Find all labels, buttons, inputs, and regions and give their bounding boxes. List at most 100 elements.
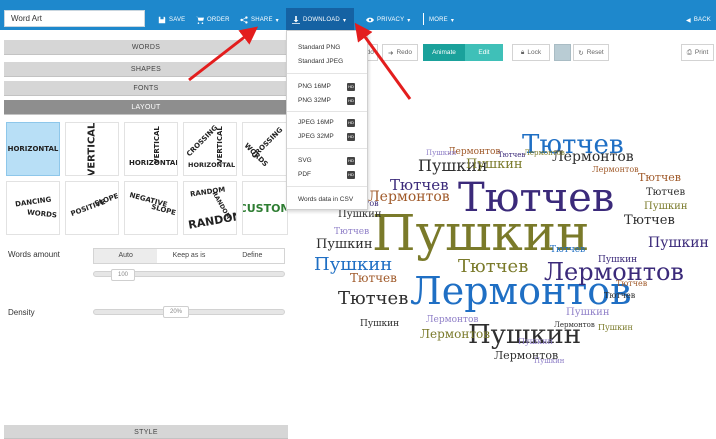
cloud-word: Лермонтов	[420, 327, 490, 341]
eye-icon	[366, 17, 374, 23]
lock-icon: 🔒︎	[520, 48, 525, 56]
words-amount-value[interactable]: 100	[111, 269, 136, 281]
words-amount-label: Words amount	[8, 250, 60, 259]
lock-button[interactable]: 🔒︎ Lock	[512, 44, 550, 61]
cloud-word: Пушкин	[360, 319, 400, 329]
share-icon	[240, 16, 248, 24]
cloud-word: Тютчев	[498, 151, 526, 159]
download-menu: Standard PNG Standard JPEG PNG 16MP HD PN…	[286, 30, 368, 210]
cloud-word: Пушкин	[518, 337, 553, 346]
hd-badge-icon: HD	[347, 157, 355, 165]
layout-horizontal[interactable]: HORIZONTAL	[6, 122, 60, 176]
menu-png-32mp[interactable]: PNG 32MP HD	[287, 95, 367, 107]
cloud-word: Тютчев	[334, 227, 370, 237]
menu-svg[interactable]: SVG HD	[287, 155, 367, 167]
menu-divider	[287, 148, 367, 149]
cloud-word: Пушкин	[644, 201, 688, 212]
cloud-word: Пушкин	[598, 255, 638, 265]
section-fonts[interactable]: FONTS	[4, 81, 288, 96]
menu-jpeg-32mp[interactable]: JPEG 32MP HD	[287, 131, 367, 143]
hd-badge-icon: HD	[347, 119, 355, 127]
caret-down-icon: ▾	[407, 17, 411, 24]
menu-divider	[287, 186, 367, 187]
more-button[interactable]: MORE ▾	[429, 14, 454, 26]
menu-standard-jpeg[interactable]: Standard JPEG	[287, 56, 367, 68]
words-amount-define[interactable]: Define	[220, 249, 284, 263]
section-layout[interactable]: LAYOUT	[4, 100, 288, 115]
toolbar-divider	[423, 13, 424, 25]
back-button[interactable]: ◀ BACK	[686, 14, 711, 26]
layout-crossing-words[interactable]: CROSSING WORDS	[242, 122, 288, 176]
layout-dancing-words[interactable]: DANCING WORDS	[6, 181, 60, 235]
layout-vertical[interactable]: VERTICAL	[65, 122, 119, 176]
cloud-word: Тютчев	[338, 288, 409, 309]
layout-crossing[interactable]: CROSSING VERTICAL HORIZONTAL	[183, 122, 237, 176]
cloud-word: Тютчев	[458, 175, 615, 221]
cloud-word: Пушкин	[648, 235, 709, 251]
cloud-word: Лермонтов	[426, 315, 479, 325]
layout-negative-slope[interactable]: NEGATIVE SLOPE	[124, 181, 178, 235]
color-swatch[interactable]	[554, 44, 571, 61]
privacy-button[interactable]: PRIVACY ▾	[366, 14, 411, 26]
options-panel: WORDS SHAPES FONTS LAYOUT HORIZONTAL VER…	[4, 40, 288, 439]
cloud-word: Пушкин	[338, 209, 382, 220]
hd-badge-icon: HD	[347, 83, 355, 91]
title-input[interactable]	[4, 10, 145, 27]
cloud-word: Тютчев	[638, 171, 681, 184]
words-amount-toggle: Auto Keep as is Define	[93, 248, 285, 264]
cloud-word: Пушкин	[598, 323, 633, 332]
cloud-word: Пушкин	[534, 357, 565, 365]
density-value[interactable]: 20%	[163, 306, 190, 318]
cloud-word: Пушкин	[426, 149, 457, 157]
print-icon: ⎙	[686, 48, 692, 56]
layout-positive-slope[interactable]: POSITIVE SLOPE	[65, 181, 119, 235]
section-words[interactable]: WORDS	[4, 40, 288, 55]
menu-standard-png[interactable]: Standard PNG	[287, 42, 367, 54]
order-button[interactable]: ORDER	[196, 14, 230, 26]
reset-icon: ↻	[578, 49, 584, 57]
menu-png-16mp[interactable]: PNG 16MP HD	[287, 81, 367, 93]
redo-icon: ➜	[388, 49, 394, 57]
cloud-word: Пушкин	[466, 157, 523, 172]
cloud-word: Лермонтов	[524, 149, 565, 157]
cloud-word: Тютчев	[550, 245, 586, 255]
cloud-word: Тютчев	[458, 256, 529, 277]
print-button[interactable]: ⎙ Print	[681, 44, 714, 61]
density-label: Density	[8, 308, 35, 317]
menu-jpeg-16mp[interactable]: JPEG 16MP HD	[287, 117, 367, 129]
menu-divider	[287, 111, 367, 112]
edit-button[interactable]: Edit	[465, 44, 503, 61]
menu-pdf[interactable]: PDF HD	[287, 169, 367, 181]
cloud-word: Тютчев	[616, 279, 648, 288]
hd-badge-icon: HD	[347, 97, 355, 105]
caret-down-icon: ▾	[342, 17, 347, 24]
hd-badge-icon: HD	[347, 133, 355, 141]
share-button[interactable]: SHARE ▾	[240, 14, 279, 26]
animate-button[interactable]: Animate	[423, 44, 465, 61]
download-button[interactable]: DOWNLOAD ▾	[292, 14, 346, 26]
floppy-icon	[158, 16, 166, 24]
reset-button[interactable]: ↻ Reset	[573, 44, 609, 61]
caret-down-icon: ▾	[450, 17, 455, 24]
top-toolbar: SAVE ORDER SHARE ▾ DOWNLOAD ▾ PRIVACY ▾ …	[0, 0, 716, 30]
cloud-word: Пушкин	[316, 237, 373, 252]
caret-down-icon: ▾	[275, 17, 279, 24]
section-style[interactable]: STYLE	[4, 425, 288, 439]
cloud-word: Тютчев	[350, 271, 397, 285]
cloud-word: Лермонтов	[592, 165, 639, 174]
words-amount-auto[interactable]: Auto	[94, 249, 158, 263]
hd-badge-icon: HD	[347, 171, 355, 179]
save-button[interactable]: SAVE	[158, 14, 185, 26]
cloud-word: Тютчев	[624, 213, 675, 228]
layout-horizontal-vertical[interactable]: VERTICAL HORIZONTAL	[124, 122, 178, 176]
cloud-word: Тютчев	[646, 187, 686, 198]
words-amount-keep[interactable]: Keep as is	[157, 249, 221, 263]
menu-words-csv[interactable]: Words data in CSV	[287, 194, 367, 206]
cloud-word: Лермонтов	[554, 321, 595, 329]
layout-custom[interactable]: CUSTOM	[242, 181, 288, 235]
back-arrow-icon: ◀	[686, 17, 691, 24]
cloud-word: Пушкин	[566, 307, 610, 318]
layout-random[interactable]: RANDOM RANDOM RANDOM	[183, 181, 237, 235]
redo-button[interactable]: ➜ Redo	[382, 44, 418, 61]
section-shapes[interactable]: SHAPES	[4, 62, 288, 77]
